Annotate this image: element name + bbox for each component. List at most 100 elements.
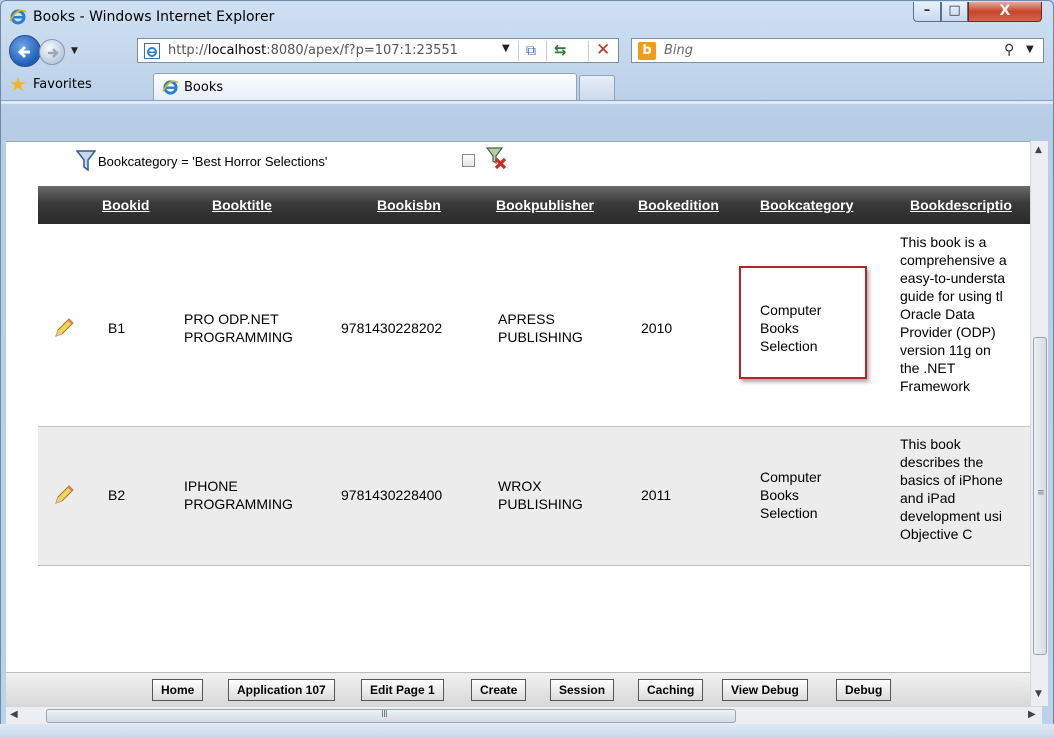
scroll-down-arrow-icon[interactable]: ▼	[1035, 689, 1042, 699]
back-arrow-icon	[17, 45, 30, 59]
horizontal-scrollbar[interactable]: ◀ III ▶	[6, 706, 1042, 724]
maximize-icon: □	[948, 3, 961, 18]
scroll-grip-icon: ≡	[1037, 488, 1045, 498]
cell-line: This book	[900, 436, 961, 452]
cell-bookcategory: Computer Books Selection	[760, 468, 821, 522]
cell-line: Objective C	[900, 526, 973, 542]
developer-toolbar: Home Application 107 Edit Page 1 Create …	[6, 672, 1036, 706]
divider	[546, 41, 547, 61]
dev-home-button[interactable]: Home	[152, 679, 204, 701]
favorites-bar: ★ Favorites Books	[1, 69, 1053, 101]
dev-application-button[interactable]: Application 107	[228, 679, 335, 701]
url-host: localhost	[207, 43, 267, 58]
tab-books[interactable]: Books	[153, 73, 577, 101]
dev-caching-button[interactable]: Caching	[638, 679, 704, 701]
address-dropdown-icon[interactable]: ▼	[502, 43, 510, 54]
search-box[interactable]: b Bing ⚲ ▼	[631, 38, 1044, 63]
vertical-scroll-thumb[interactable]: ≡	[1033, 337, 1047, 655]
filter-enable-checkbox[interactable]	[462, 154, 475, 167]
refresh-icon[interactable]: ⇆	[554, 41, 567, 59]
column-header-bookdescription[interactable]: Bookdescriptio	[910, 197, 1012, 213]
dev-view-debug-button[interactable]: View Debug	[722, 679, 808, 701]
page-content: Bookcategory = 'Best Horror Selections' …	[6, 141, 1042, 706]
column-header-bookcategory[interactable]: Bookcategory	[760, 197, 853, 213]
favorites-star-icon: ★	[9, 72, 27, 96]
cell-line: APRESS	[498, 311, 555, 327]
column-header-bookisbn[interactable]: Bookisbn	[377, 197, 441, 213]
dev-session-button[interactable]: Session	[550, 679, 615, 701]
command-strip	[1, 100, 1053, 104]
divider	[518, 41, 519, 61]
cell-bookid: B1	[108, 320, 126, 336]
minimize-icon: –	[923, 3, 931, 18]
page-icon	[144, 43, 160, 59]
report-header-row: Bookid Booktitle Bookisbn Bookpublisher …	[38, 186, 1042, 224]
cell-line: guide for using tl	[900, 288, 1003, 304]
window-title: Books - Windows Internet Explorer	[33, 9, 275, 25]
cell-bookpublisher: WROX PUBLISHING	[498, 477, 583, 513]
cell-bookdescription: This book is a comprehensive a easy-to-u…	[900, 233, 1030, 395]
cell-line: PROGRAMMING	[184, 496, 293, 512]
search-placeholder[interactable]: Bing	[664, 43, 693, 58]
address-bar[interactable]: http://localhost:8080/apex/f?p=107:1:235…	[137, 38, 619, 63]
scroll-right-arrow-icon[interactable]: ▶	[1028, 709, 1036, 720]
title-bar: Books - Windows Internet Explorer – □ X	[1, 1, 1053, 33]
cell-booktitle: IPHONE PROGRAMMING	[184, 477, 293, 513]
search-options-dropdown-icon[interactable]: ▼	[1026, 44, 1034, 55]
search-icon[interactable]: ⚲	[1004, 42, 1014, 58]
edit-pencil-icon[interactable]	[52, 483, 76, 507]
column-header-booktitle[interactable]: Booktitle	[212, 197, 272, 213]
vertical-scrollbar[interactable]: ▲ ≡ ▼	[1030, 141, 1048, 706]
maximize-button[interactable]: □	[941, 2, 968, 22]
dev-debug-button[interactable]: Debug	[836, 679, 892, 701]
cell-bookisbn: 9781430228202	[341, 320, 443, 336]
column-header-bookid[interactable]: Bookid	[102, 197, 149, 213]
new-tab-button[interactable]	[579, 75, 615, 101]
compatibility-view-icon[interactable]: ⧉	[526, 43, 536, 59]
close-button[interactable]: X	[968, 2, 1042, 22]
books-report: Bookid Booktitle Bookisbn Bookpublisher …	[38, 186, 1042, 566]
favorites-button[interactable]: ★ Favorites	[9, 73, 92, 97]
edit-pencil-icon[interactable]	[52, 316, 76, 340]
dev-create-button[interactable]: Create	[471, 679, 527, 701]
cell-bookisbn: 9781430228400	[341, 487, 443, 503]
cell-line: describes the	[900, 454, 984, 470]
cell-line: PRO ODP.NET	[184, 311, 279, 327]
forward-arrow-icon	[48, 48, 59, 58]
remove-filter-icon[interactable]	[486, 147, 508, 171]
cell-line: and iPad	[900, 490, 956, 506]
navigation-bar: ▼ http://localhost:8080/apex/f?p=107:1:2…	[1, 33, 1053, 69]
favorites-label: Favorites	[33, 77, 92, 92]
scroll-left-arrow-icon[interactable]: ◀	[10, 709, 18, 720]
cell-line: comprehensive a	[900, 252, 1007, 268]
minimize-button[interactable]: –	[913, 2, 941, 22]
cell-line: development usi	[900, 508, 1002, 524]
cell-bookpublisher: APRESS PUBLISHING	[498, 310, 583, 346]
dev-edit-page-button[interactable]: Edit Page 1	[361, 679, 444, 701]
cell-booktitle: PRO ODP.NET PROGRAMMING	[184, 310, 293, 346]
cell-line: easy-to-understa	[900, 270, 1006, 286]
cell-bookedition: 2011	[641, 487, 672, 503]
table-row: B1 PRO ODP.NET PROGRAMMING 9781430228202…	[38, 224, 1042, 427]
back-button[interactable]	[9, 35, 41, 67]
table-row: B2 IPHONE PROGRAMMING 9781430228400 WROX…	[38, 427, 1042, 566]
url-path: :8080/apex/f?p=107:1:23551	[266, 43, 458, 58]
horizontal-scroll-thumb[interactable]: III	[46, 709, 736, 723]
bing-logo-icon: b	[638, 42, 656, 60]
column-header-bookedition[interactable]: Bookedition	[638, 197, 719, 213]
cell-bookid: B2	[108, 487, 126, 503]
forward-button[interactable]	[39, 39, 65, 65]
ie-logo-icon	[9, 9, 27, 25]
address-url[interactable]: http://localhost:8080/apex/f?p=107:1:235…	[168, 43, 458, 58]
scroll-grip-icon: III	[381, 709, 388, 720]
filter-expression[interactable]: Bookcategory = 'Best Horror Selections'	[98, 154, 327, 169]
recent-pages-dropdown-icon[interactable]: ▼	[71, 46, 78, 56]
highlight-box	[739, 266, 867, 379]
cell-line: This book is a	[900, 234, 987, 250]
cell-line: WROX	[498, 478, 542, 494]
filter-funnel-icon[interactable]	[76, 150, 96, 172]
column-header-bookpublisher[interactable]: Bookpublisher	[496, 197, 594, 213]
scroll-up-arrow-icon[interactable]: ▲	[1035, 145, 1042, 155]
stop-icon[interactable]: ✕	[596, 40, 610, 60]
ie-logo-icon	[162, 80, 179, 95]
